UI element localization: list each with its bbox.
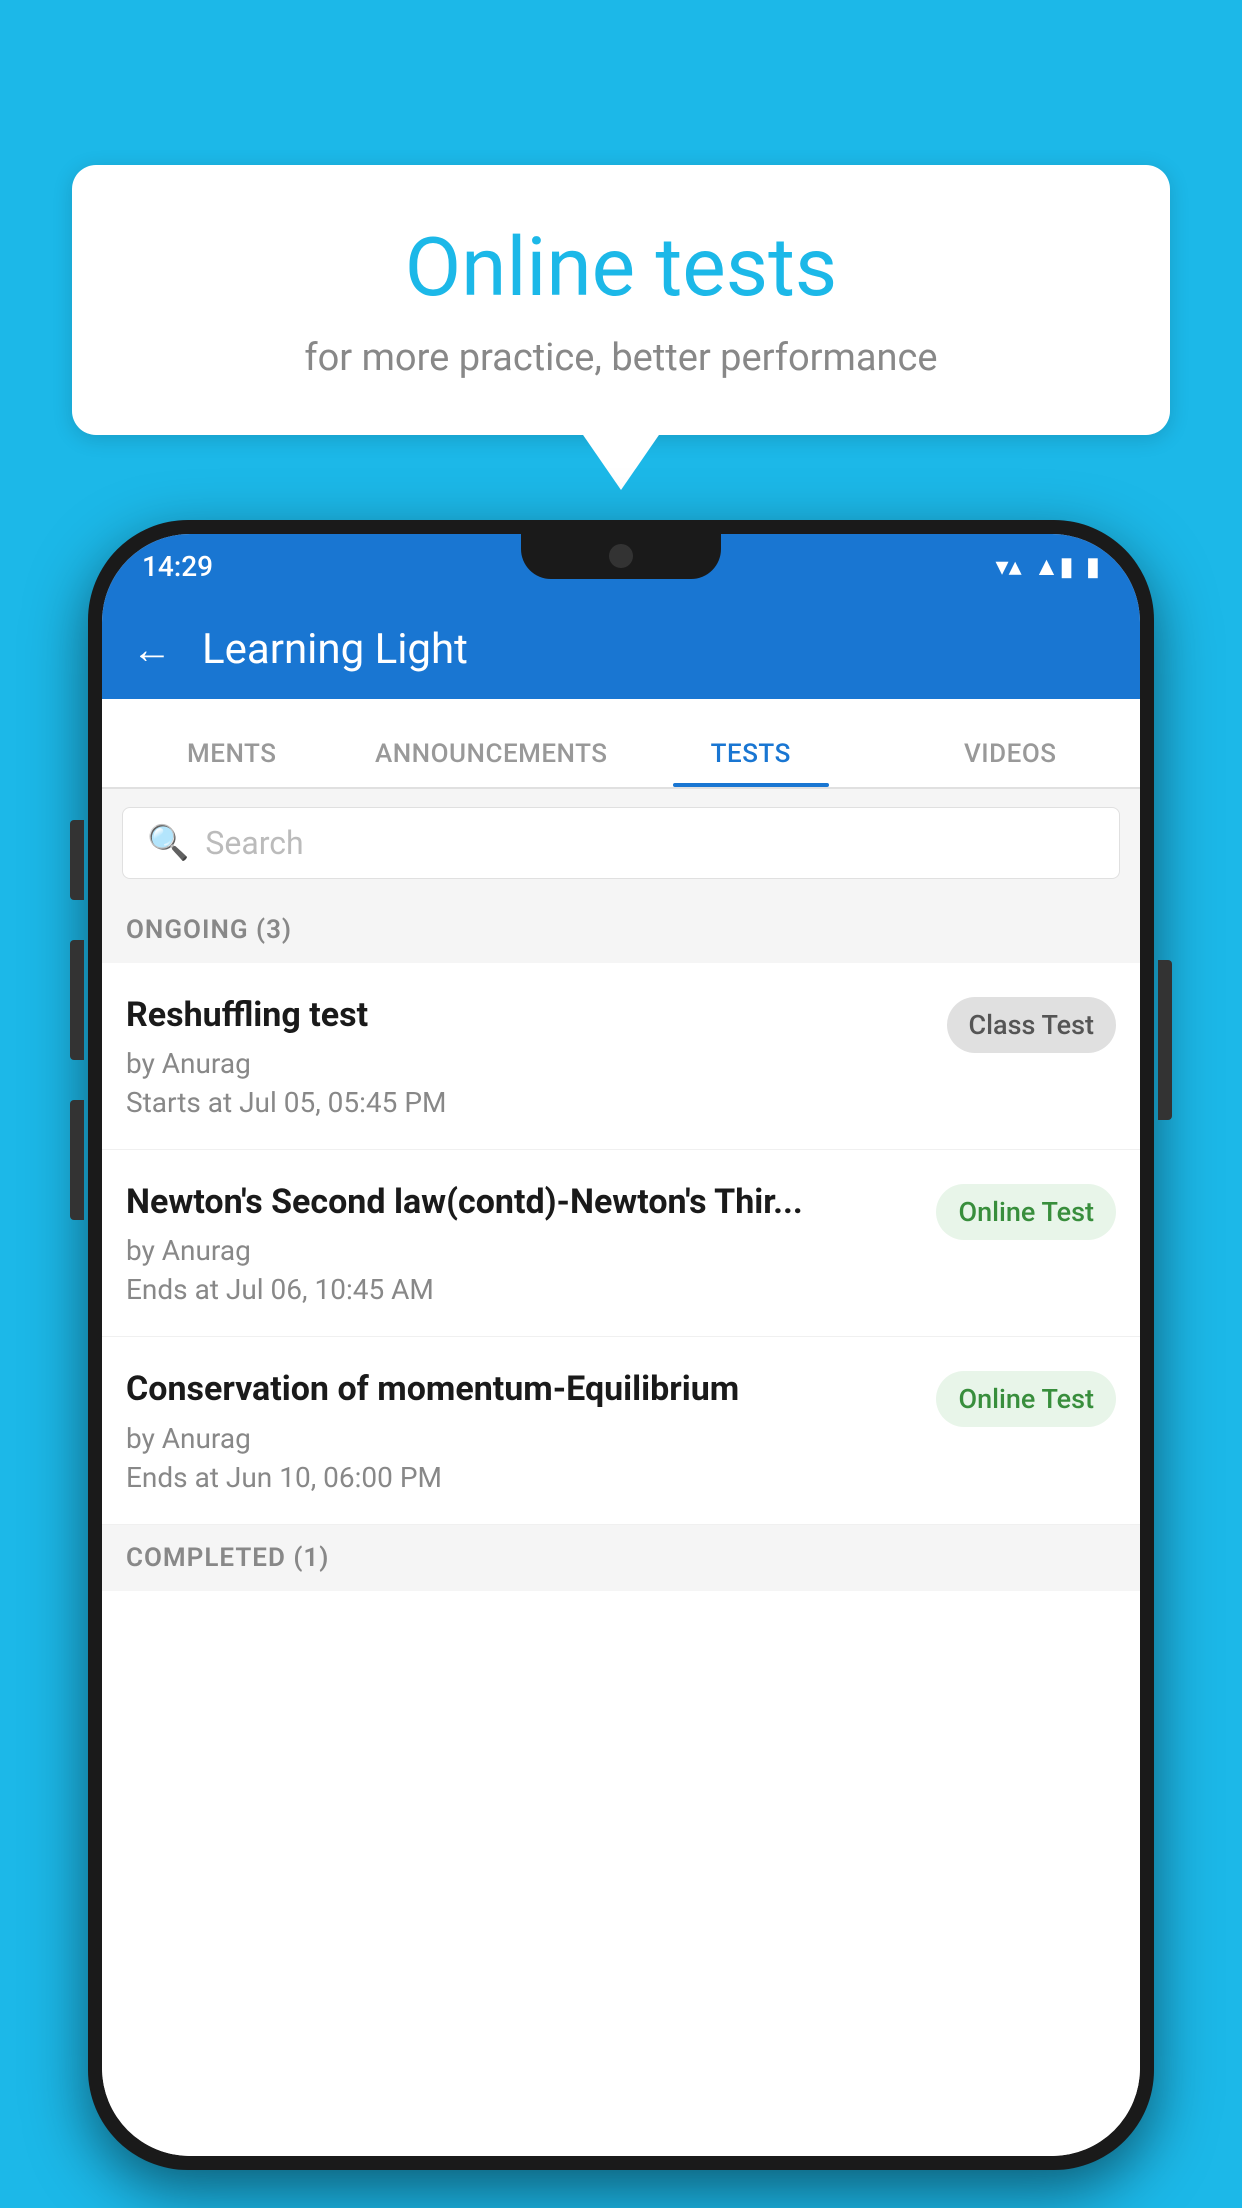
badge-online-test-3: Online Test xyxy=(936,1371,1116,1427)
badge-online-test-2: Online Test xyxy=(936,1184,1116,1240)
test-time-1: Starts at Jul 05, 05:45 PM xyxy=(126,1086,931,1119)
test-item-1[interactable]: Reshuffling test by Anurag Starts at Jul… xyxy=(102,963,1140,1150)
tab-videos[interactable]: VIDEOS xyxy=(881,739,1141,787)
phone-button-volume-down2 xyxy=(70,1100,84,1220)
test-author-3: by Anurag xyxy=(126,1422,920,1455)
phone-button-volume-down xyxy=(70,940,84,1060)
test-item-2[interactable]: Newton's Second law(contd)-Newton's Thir… xyxy=(102,1150,1140,1337)
phone-button-power xyxy=(1158,960,1172,1120)
status-time: 14:29 xyxy=(142,550,213,583)
status-icons: ▾▴ ▲▮ ▮ xyxy=(996,551,1100,582)
signal-icon: ▲▮ xyxy=(1034,551,1074,582)
phone-camera xyxy=(609,544,633,568)
test-author-1: by Anurag xyxy=(126,1047,931,1080)
tabs-bar: MENTS ANNOUNCEMENTS TESTS VIDEOS xyxy=(102,699,1140,789)
app-title: Learning Light xyxy=(202,625,468,674)
completed-section-header: COMPLETED (1) xyxy=(102,1525,1140,1591)
ongoing-section-header: ONGOING (3) xyxy=(102,897,1140,963)
test-item-3[interactable]: Conservation of momentum-Equilibrium by … xyxy=(102,1337,1140,1524)
search-container: 🔍 Search xyxy=(102,789,1140,897)
test-title-3: Conservation of momentum-Equilibrium xyxy=(126,1367,920,1411)
test-list: Reshuffling test by Anurag Starts at Jul… xyxy=(102,963,1140,2156)
phone-notch xyxy=(521,534,721,579)
test-title-2: Newton's Second law(contd)-Newton's Thir… xyxy=(126,1180,920,1224)
test-info-3: Conservation of momentum-Equilibrium by … xyxy=(126,1367,920,1493)
phone-container: 14:29 ▾▴ ▲▮ ▮ ← Learning Light MENTS ANN… xyxy=(88,520,1154,2208)
wifi-icon: ▾▴ xyxy=(996,552,1022,582)
tab-tests[interactable]: TESTS xyxy=(621,739,881,787)
app-header: ← Learning Light xyxy=(102,599,1140,699)
speech-bubble-title: Online tests xyxy=(132,220,1110,316)
search-input[interactable]: Search xyxy=(205,824,303,862)
search-bar[interactable]: 🔍 Search xyxy=(122,807,1120,879)
badge-class-test-1: Class Test xyxy=(947,997,1117,1053)
phone-frame: 14:29 ▾▴ ▲▮ ▮ ← Learning Light MENTS ANN… xyxy=(88,520,1154,2170)
test-author-2: by Anurag xyxy=(126,1234,920,1267)
test-time-3: Ends at Jun 10, 06:00 PM xyxy=(126,1461,920,1494)
phone-screen: 14:29 ▾▴ ▲▮ ▮ ← Learning Light MENTS ANN… xyxy=(102,534,1140,2156)
battery-icon: ▮ xyxy=(1086,552,1100,582)
phone-button-volume-up xyxy=(70,820,84,900)
speech-bubble-subtitle: for more practice, better performance xyxy=(132,336,1110,380)
test-info-2: Newton's Second law(contd)-Newton's Thir… xyxy=(126,1180,920,1306)
tab-announcements[interactable]: ANNOUNCEMENTS xyxy=(362,739,622,787)
test-time-2: Ends at Jul 06, 10:45 AM xyxy=(126,1273,920,1306)
search-icon: 🔍 xyxy=(147,823,189,863)
test-title-1: Reshuffling test xyxy=(126,993,931,1037)
tab-ments[interactable]: MENTS xyxy=(102,739,362,787)
back-button[interactable]: ← xyxy=(132,626,172,673)
speech-bubble: Online tests for more practice, better p… xyxy=(72,165,1170,435)
test-info-1: Reshuffling test by Anurag Starts at Jul… xyxy=(126,993,931,1119)
